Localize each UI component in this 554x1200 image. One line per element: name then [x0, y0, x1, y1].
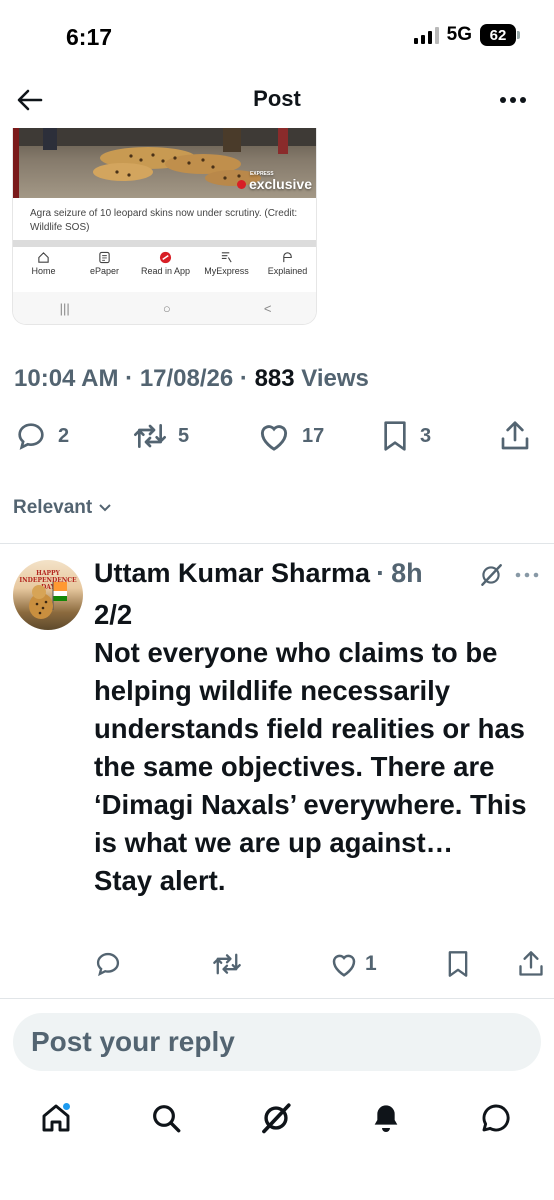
reply-like-button[interactable]: 1	[329, 950, 377, 978]
author-name[interactable]: Uttam Kumar Sharma	[94, 558, 370, 589]
heart-icon	[332, 954, 356, 977]
post-action-bar: 2 5 17 3	[14, 420, 534, 460]
sort-label: Relevant	[13, 497, 93, 518]
time-separator: ·	[376, 558, 386, 588]
status-bar: 6:17 5G 62	[0, 0, 554, 72]
signal-icon	[413, 26, 439, 44]
reply-author-line: Uttam Kumar Sharma · 8h	[94, 558, 423, 589]
chat-bubble-icon	[482, 1104, 510, 1132]
reply-bookmark-button[interactable]	[446, 950, 470, 978]
home-icon	[37, 250, 51, 264]
nav-messages[interactable]	[476, 1098, 516, 1138]
embed-nav-epaper: ePaper	[75, 250, 135, 290]
bookmark-icon	[448, 951, 468, 977]
embed-nav-home: Home	[14, 250, 74, 290]
post-image[interactable]: EXPRESS exclusive Agra seizure of 10 leo…	[12, 128, 317, 325]
bookmark-count: 3	[420, 424, 432, 447]
reply-post[interactable]: HAPPY INDEPENDENCE DAY Uttam Kumar Sharm…	[0, 544, 554, 999]
post-meta: 10:04 AM · 17/08/26 · 883 Views	[14, 365, 369, 393]
top-header: Post	[0, 72, 554, 128]
badge-dot	[236, 179, 246, 189]
reply-text: 2/2 Not everyone who claims to be helpin…	[94, 596, 544, 900]
meta-separator: ·	[233, 365, 255, 392]
post-date: 17/08/26	[139, 365, 234, 392]
nav-notifications[interactable]	[366, 1098, 406, 1138]
reply-action-bar: 1	[94, 950, 546, 986]
back-glyph: <	[263, 300, 272, 316]
reply-sort-dropdown[interactable]: Relevant	[13, 497, 112, 519]
leopard-skins-photo: EXPRESS exclusive	[13, 128, 316, 198]
repost-count: 5	[178, 424, 190, 447]
photo-caption: Agra seizure of 10 leopard skins now und…	[30, 208, 298, 233]
embed-nav-myexpress: MyExpress	[197, 250, 257, 290]
reply-time: 8h	[391, 558, 423, 588]
views-count: 883	[254, 365, 295, 392]
network-type: 5G	[446, 24, 472, 45]
reply-reply-button[interactable]	[94, 950, 122, 978]
embed-nav-explained: Explained	[258, 250, 317, 290]
embed-nav-read-in-app: Read in App	[136, 250, 196, 290]
reply-more-button[interactable]	[513, 562, 541, 588]
notification-dot	[63, 1103, 70, 1110]
status-indicators: 5G 62	[413, 24, 520, 46]
embed-system-nav: ||| ○ <	[13, 292, 316, 324]
bottom-nav	[0, 1090, 554, 1146]
repost-button[interactable]: 5	[132, 420, 189, 452]
reply-line: Not everyone who claims to be helping wi…	[94, 637, 527, 858]
reply-button[interactable]: 2	[14, 420, 69, 452]
reply-line: Stay alert.	[94, 865, 226, 896]
recents-glyph: |||	[59, 300, 70, 316]
battery-icon: 62	[480, 24, 520, 46]
repost-icon	[133, 424, 166, 448]
reply-line: 2/2	[94, 599, 133, 630]
avatar[interactable]: HAPPY INDEPENDENCE DAY	[13, 560, 83, 630]
nav-search[interactable]	[146, 1098, 186, 1138]
reply-icon	[18, 423, 44, 450]
nav-grok[interactable]	[256, 1098, 296, 1138]
grok-button[interactable]	[476, 560, 506, 590]
like-count: 17	[302, 424, 325, 447]
post-time: 10:04 AM	[14, 365, 119, 392]
grok-icon	[262, 1103, 291, 1134]
views-label: Views	[294, 365, 369, 392]
home-glyph: ○	[162, 300, 171, 316]
heart-icon	[260, 425, 288, 451]
reply-count: 2	[58, 424, 70, 447]
reply-share-button[interactable]	[518, 950, 544, 978]
bookmark-icon	[384, 421, 406, 451]
reply-placeholder: Post your reply	[31, 1026, 235, 1057]
epaper-icon	[98, 250, 112, 264]
avatar-illustration	[29, 582, 67, 619]
share-icon	[501, 421, 529, 450]
more-dots-icon	[515, 572, 539, 578]
bell-icon	[374, 1105, 398, 1132]
share-button[interactable]	[500, 420, 530, 452]
reply-like-count: 1	[365, 952, 377, 975]
reply-icon	[96, 952, 120, 977]
nav-home[interactable]	[36, 1098, 76, 1138]
status-time: 6:17	[66, 24, 113, 50]
grok-icon	[481, 564, 502, 586]
explained-icon	[281, 250, 295, 264]
chevron-down-icon	[99, 504, 111, 512]
section-divider	[0, 998, 554, 999]
search-icon	[153, 1105, 181, 1133]
app-icon	[159, 250, 173, 264]
bookmark-button[interactable]: 3	[380, 420, 431, 452]
reply-repost-button[interactable]	[212, 950, 242, 978]
more-dots-icon	[500, 97, 526, 103]
more-options-button[interactable]	[496, 84, 530, 116]
repost-icon	[213, 953, 241, 975]
myexpress-icon	[220, 250, 234, 264]
express-exclusive-badge: EXPRESS exclusive	[236, 171, 312, 192]
meta-separator: ·	[118, 365, 140, 392]
embed-app-nav: Home ePaper Read in App MyExpress Explai…	[13, 250, 317, 290]
like-button[interactable]: 17	[256, 420, 324, 452]
reply-input[interactable]: Post your reply	[13, 1013, 541, 1071]
embed-divider	[13, 240, 316, 247]
page-title: Post	[253, 86, 301, 111]
share-icon	[519, 951, 543, 976]
